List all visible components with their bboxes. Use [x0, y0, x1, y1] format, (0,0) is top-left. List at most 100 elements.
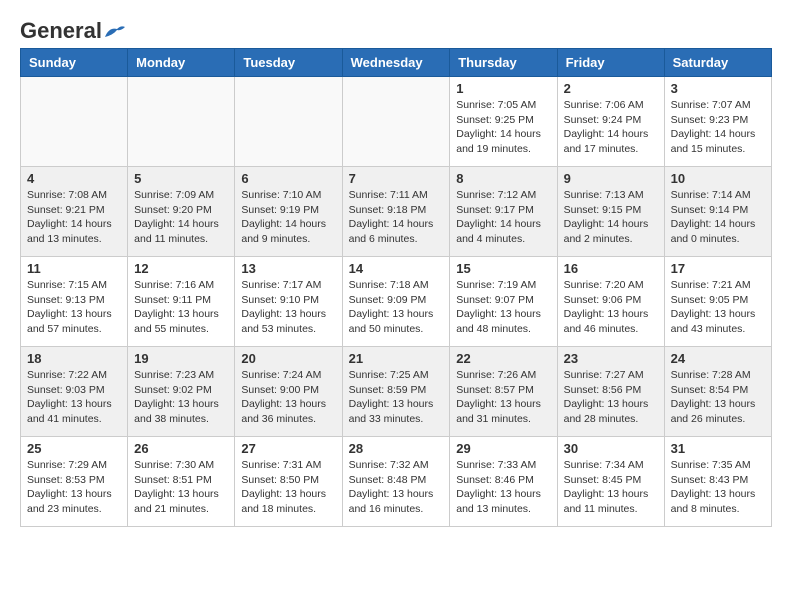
day-number: 14	[349, 261, 444, 276]
calendar-cell: 26 Sunrise: 7:30 AM Sunset: 8:51 PM Dayli…	[128, 437, 235, 527]
day-info: Sunrise: 7:31 AM Sunset: 8:50 PM Dayligh…	[241, 458, 335, 517]
calendar-cell: 9 Sunrise: 7:13 AM Sunset: 9:15 PM Daylig…	[557, 167, 664, 257]
calendar-week-row: 25 Sunrise: 7:29 AM Sunset: 8:53 PM Dayli…	[21, 437, 772, 527]
day-number: 26	[134, 441, 228, 456]
calendar-cell: 30 Sunrise: 7:34 AM Sunset: 8:45 PM Dayli…	[557, 437, 664, 527]
calendar-table: SundayMondayTuesdayWednesdayThursdayFrid…	[20, 48, 772, 527]
calendar-cell: 24 Sunrise: 7:28 AM Sunset: 8:54 PM Dayli…	[664, 347, 771, 437]
day-number: 5	[134, 171, 228, 186]
calendar-week-row: 1 Sunrise: 7:05 AM Sunset: 9:25 PM Daylig…	[21, 77, 772, 167]
calendar-cell: 18Sunrise: 7:22 AM Sunset: 9:03 PM Dayli…	[21, 347, 128, 437]
day-info: Sunrise: 7:19 AM Sunset: 9:07 PM Dayligh…	[456, 278, 550, 337]
day-number: 23	[564, 351, 658, 366]
logo-general: General	[20, 18, 102, 43]
day-info: Sunrise: 7:26 AM Sunset: 8:57 PM Dayligh…	[456, 368, 550, 427]
calendar-cell: 11 Sunrise: 7:15 AM Sunset: 9:13 PM Dayli…	[21, 257, 128, 347]
day-info: Sunrise: 7:17 AM Sunset: 9:10 PM Dayligh…	[241, 278, 335, 337]
calendar-cell: 28 Sunrise: 7:32 AM Sunset: 8:48 PM Dayli…	[342, 437, 450, 527]
day-info: Sunrise: 7:16 AM Sunset: 9:11 PM Dayligh…	[134, 278, 228, 337]
col-header-tuesday: Tuesday	[235, 49, 342, 77]
calendar-cell: 20 Sunrise: 7:24 AM Sunset: 9:00 PM Dayli…	[235, 347, 342, 437]
day-info: Sunrise: 7:05 AM Sunset: 9:25 PM Dayligh…	[456, 98, 550, 157]
calendar-cell: 22 Sunrise: 7:26 AM Sunset: 8:57 PM Dayli…	[450, 347, 557, 437]
day-number: 13	[241, 261, 335, 276]
calendar-cell: 2 Sunrise: 7:06 AM Sunset: 9:24 PM Daylig…	[557, 77, 664, 167]
calendar-cell	[128, 77, 235, 167]
day-info: Sunrise: 7:14 AM Sunset: 9:14 PM Dayligh…	[671, 188, 765, 247]
day-number: 11	[27, 261, 121, 276]
page-header: General	[20, 20, 772, 38]
day-number: 16	[564, 261, 658, 276]
day-info: Sunrise: 7:34 AM Sunset: 8:45 PM Dayligh…	[564, 458, 658, 517]
day-number: 7	[349, 171, 444, 186]
calendar-week-row: 18Sunrise: 7:22 AM Sunset: 9:03 PM Dayli…	[21, 347, 772, 437]
calendar-cell: 31 Sunrise: 7:35 AM Sunset: 8:43 PM Dayli…	[664, 437, 771, 527]
day-number: 25	[27, 441, 121, 456]
calendar-cell: 21 Sunrise: 7:25 AM Sunset: 8:59 PM Dayli…	[342, 347, 450, 437]
day-info: Sunrise: 7:12 AM Sunset: 9:17 PM Dayligh…	[456, 188, 550, 247]
day-number: 10	[671, 171, 765, 186]
calendar-cell: 25 Sunrise: 7:29 AM Sunset: 8:53 PM Dayli…	[21, 437, 128, 527]
col-header-monday: Monday	[128, 49, 235, 77]
day-number: 15	[456, 261, 550, 276]
col-header-sunday: Sunday	[21, 49, 128, 77]
day-number: 28	[349, 441, 444, 456]
day-info: Sunrise: 7:35 AM Sunset: 8:43 PM Dayligh…	[671, 458, 765, 517]
day-number: 30	[564, 441, 658, 456]
day-number: 24	[671, 351, 765, 366]
calendar-cell: 29Sunrise: 7:33 AM Sunset: 8:46 PM Dayli…	[450, 437, 557, 527]
day-info: Sunrise: 7:30 AM Sunset: 8:51 PM Dayligh…	[134, 458, 228, 517]
day-info: Sunrise: 7:18 AM Sunset: 9:09 PM Dayligh…	[349, 278, 444, 337]
day-info: Sunrise: 7:32 AM Sunset: 8:48 PM Dayligh…	[349, 458, 444, 517]
calendar-cell: 13 Sunrise: 7:17 AM Sunset: 9:10 PM Dayli…	[235, 257, 342, 347]
day-info: Sunrise: 7:08 AM Sunset: 9:21 PM Dayligh…	[27, 188, 121, 247]
day-info: Sunrise: 7:29 AM Sunset: 8:53 PM Dayligh…	[27, 458, 121, 517]
calendar-cell	[235, 77, 342, 167]
day-info: Sunrise: 7:11 AM Sunset: 9:18 PM Dayligh…	[349, 188, 444, 247]
day-info: Sunrise: 7:24 AM Sunset: 9:00 PM Dayligh…	[241, 368, 335, 427]
day-info: Sunrise: 7:25 AM Sunset: 8:59 PM Dayligh…	[349, 368, 444, 427]
day-number: 1	[456, 81, 550, 96]
col-header-saturday: Saturday	[664, 49, 771, 77]
calendar-cell: 16 Sunrise: 7:20 AM Sunset: 9:06 PM Dayli…	[557, 257, 664, 347]
day-info: Sunrise: 7:13 AM Sunset: 9:15 PM Dayligh…	[564, 188, 658, 247]
day-info: Sunrise: 7:10 AM Sunset: 9:19 PM Dayligh…	[241, 188, 335, 247]
calendar-cell: 19Sunrise: 7:23 AM Sunset: 9:02 PM Dayli…	[128, 347, 235, 437]
calendar-week-row: 11 Sunrise: 7:15 AM Sunset: 9:13 PM Dayli…	[21, 257, 772, 347]
logo: General	[20, 20, 126, 38]
day-number: 9	[564, 171, 658, 186]
calendar-cell: 7 Sunrise: 7:11 AM Sunset: 9:18 PM Daylig…	[342, 167, 450, 257]
calendar-cell	[21, 77, 128, 167]
day-number: 2	[564, 81, 658, 96]
day-number: 27	[241, 441, 335, 456]
day-info: Sunrise: 7:21 AM Sunset: 9:05 PM Dayligh…	[671, 278, 765, 337]
day-info: Sunrise: 7:15 AM Sunset: 9:13 PM Dayligh…	[27, 278, 121, 337]
day-number: 21	[349, 351, 444, 366]
day-info: Sunrise: 7:20 AM Sunset: 9:06 PM Dayligh…	[564, 278, 658, 337]
day-number: 8	[456, 171, 550, 186]
calendar-cell: 10 Sunrise: 7:14 AM Sunset: 9:14 PM Dayli…	[664, 167, 771, 257]
day-number: 4	[27, 171, 121, 186]
day-number: 18	[27, 351, 121, 366]
calendar-cell: 6 Sunrise: 7:10 AM Sunset: 9:19 PM Daylig…	[235, 167, 342, 257]
day-number: 31	[671, 441, 765, 456]
calendar-cell: 23Sunrise: 7:27 AM Sunset: 8:56 PM Dayli…	[557, 347, 664, 437]
calendar-cell: 3 Sunrise: 7:07 AM Sunset: 9:23 PM Daylig…	[664, 77, 771, 167]
day-number: 20	[241, 351, 335, 366]
day-number: 6	[241, 171, 335, 186]
day-number: 12	[134, 261, 228, 276]
day-info: Sunrise: 7:33 AM Sunset: 8:46 PM Dayligh…	[456, 458, 550, 517]
day-info: Sunrise: 7:28 AM Sunset: 8:54 PM Dayligh…	[671, 368, 765, 427]
col-header-thursday: Thursday	[450, 49, 557, 77]
day-number: 3	[671, 81, 765, 96]
day-info: Sunrise: 7:09 AM Sunset: 9:20 PM Dayligh…	[134, 188, 228, 247]
calendar-cell: 8 Sunrise: 7:12 AM Sunset: 9:17 PM Daylig…	[450, 167, 557, 257]
calendar-cell: 5 Sunrise: 7:09 AM Sunset: 9:20 PM Daylig…	[128, 167, 235, 257]
day-info: Sunrise: 7:06 AM Sunset: 9:24 PM Dayligh…	[564, 98, 658, 157]
day-number: 17	[671, 261, 765, 276]
calendar-cell: 1 Sunrise: 7:05 AM Sunset: 9:25 PM Daylig…	[450, 77, 557, 167]
calendar-cell	[342, 77, 450, 167]
calendar-week-row: 4 Sunrise: 7:08 AM Sunset: 9:21 PM Daylig…	[21, 167, 772, 257]
day-number: 22	[456, 351, 550, 366]
day-info: Sunrise: 7:07 AM Sunset: 9:23 PM Dayligh…	[671, 98, 765, 157]
